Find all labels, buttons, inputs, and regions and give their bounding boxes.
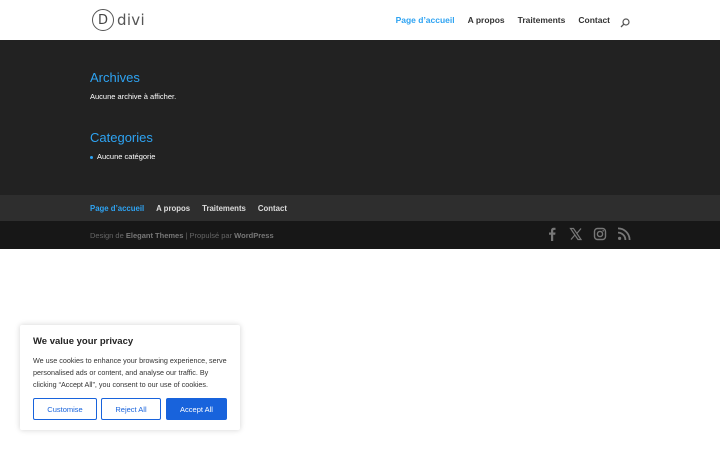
cookie-consent-banner: We value your privacy We use cookies to … [20,325,240,430]
site-logo[interactable]: D divi [92,9,145,31]
customise-button[interactable]: Customise [33,398,97,420]
footer-nav: Page d’accueil A propos Traitements Cont… [0,195,720,221]
logo-text: divi [117,11,145,29]
footer-nav-item-about[interactable]: A propos [156,204,190,213]
archives-title: Archives [90,70,140,85]
archives-empty-text: Aucune archive à afficher. [90,92,177,101]
logo-mark: D [92,9,114,31]
sidebar-widget-area: Archives Aucune archive à afficher. Cate… [0,40,720,195]
site-header: D divi Page d’accueil A propos Traitemen… [0,0,720,40]
social-icons [545,227,631,241]
categories-title: Categories [90,130,153,145]
footer-nav-links: Page d’accueil A propos Traitements Cont… [90,204,287,213]
accept-all-button[interactable]: Accept All [166,398,227,420]
credits-design-prefix: Design de [90,231,124,240]
top-nav-item-treatments[interactable]: Traitements [518,15,566,25]
x-icon[interactable] [569,227,583,241]
footer-nav-item-contact[interactable]: Contact [258,204,287,213]
credits-separator: | [185,231,188,240]
credits-elegant-themes-link[interactable]: Elegant Themes [126,231,184,240]
search-icon[interactable] [620,15,630,28]
top-nav: Page d’accueil A propos Traitements Cont… [396,15,610,25]
footer-bottom: Design de Elegant Themes | Propulsé par … [0,221,720,249]
categories-list-item: Aucune catégorie [90,152,155,161]
categories-empty-text: Aucune catégorie [97,152,156,161]
reject-all-button[interactable]: Reject All [101,398,161,420]
cookie-title: We value your privacy [33,336,134,347]
credits-wordpress-link[interactable]: WordPress [234,231,273,240]
rss-icon[interactable] [617,227,631,241]
instagram-icon[interactable] [593,227,607,241]
credits-powered-prefix: Propulsé par [189,231,233,240]
top-nav-item-about[interactable]: A propos [468,15,505,25]
footer-nav-item-home[interactable]: Page d’accueil [90,204,144,213]
footer-nav-item-treatments[interactable]: Traitements [202,204,246,213]
footer-credits: Design de Elegant Themes | Propulsé par … [90,231,274,240]
page: D divi Page d’accueil A propos Traitemen… [0,0,720,450]
top-nav-item-home[interactable]: Page d’accueil [396,15,455,25]
bullet-icon [90,155,93,159]
facebook-icon[interactable] [545,227,559,241]
cookie-description: We use cookies to enhance your browsing … [33,356,227,389]
top-nav-item-contact[interactable]: Contact [578,15,610,25]
